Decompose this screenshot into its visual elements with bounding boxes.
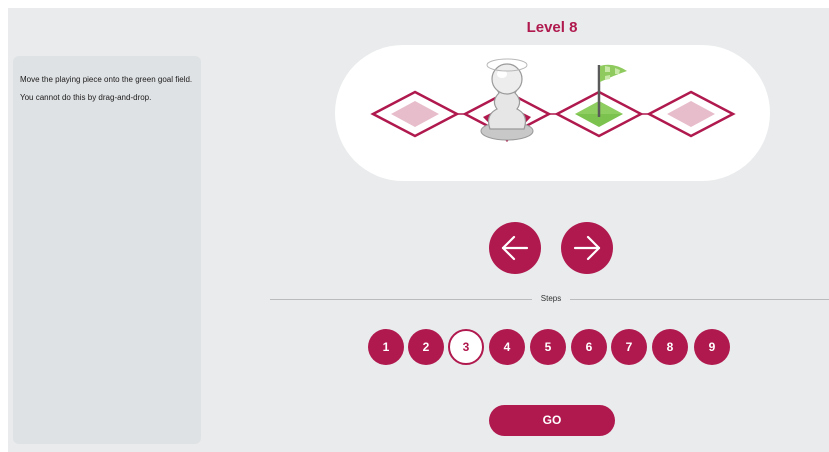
instruction-no-drag: You cannot do this by drag-and-drop.: [20, 93, 152, 102]
instructions-panel: Move the playing piece onto the green go…: [13, 56, 201, 444]
go-button[interactable]: GO: [489, 405, 615, 436]
player-piece-icon: [480, 58, 534, 141]
game-window: Move the playing piece onto the green go…: [8, 8, 829, 452]
step-5-button[interactable]: 5: [530, 329, 566, 365]
arrow-left-icon: [501, 235, 529, 261]
step-6-button[interactable]: 6: [571, 329, 607, 365]
divider-line-right: [570, 299, 829, 300]
game-board: [335, 45, 770, 181]
step-4-button[interactable]: 4: [489, 329, 525, 365]
divider-line-left: [270, 299, 532, 300]
level-title: Level 8: [526, 19, 578, 36]
step-8-button[interactable]: 8: [652, 329, 688, 365]
step-1-button[interactable]: 1: [368, 329, 404, 365]
step-2-button[interactable]: 2: [408, 329, 444, 365]
step-9-button[interactable]: 9: [694, 329, 730, 365]
field-0: [370, 90, 460, 138]
step-3-button[interactable]: 3: [448, 329, 484, 365]
steps-label: Steps: [540, 294, 562, 303]
instruction-goal: Move the playing piece onto the green go…: [20, 75, 193, 84]
field-3: [646, 90, 736, 138]
board-graphic: [370, 58, 736, 142]
arrow-right-icon: [573, 235, 601, 261]
move-left-button[interactable]: [489, 222, 541, 274]
move-right-button[interactable]: [561, 222, 613, 274]
step-7-button[interactable]: 7: [611, 329, 647, 365]
steps-divider: Steps: [270, 293, 829, 305]
